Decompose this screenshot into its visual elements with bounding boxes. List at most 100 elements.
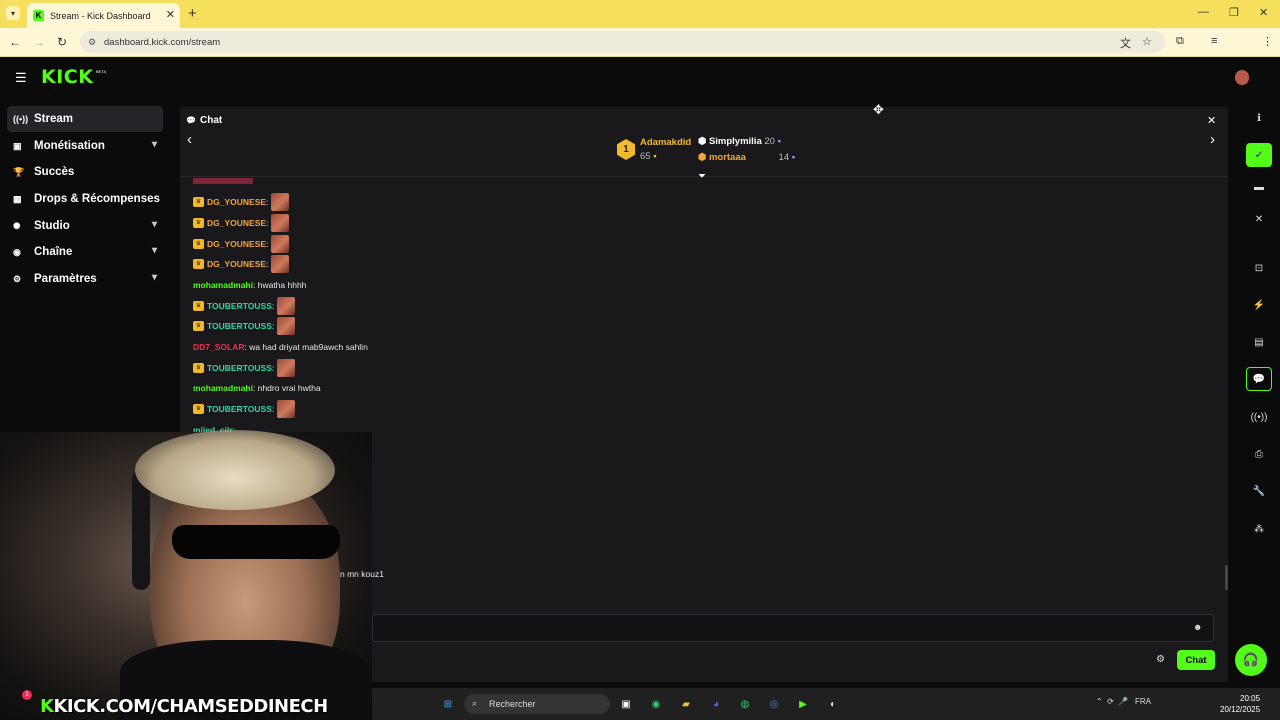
wrench-icon[interactable]: 🔧	[1246, 479, 1272, 503]
leader-first-count: 65 ▪	[640, 151, 657, 162]
emote-icon	[271, 235, 290, 253]
leader-second[interactable]: ⬢ Simplymilia 20 ▪	[698, 136, 781, 147]
emote-icon	[271, 193, 290, 211]
emote-icon	[277, 359, 296, 377]
chat-panel-icon[interactable]: 💬	[1246, 367, 1272, 391]
chat-settings-gear-icon[interactable]: ⚙	[1156, 654, 1165, 665]
extensions-icon[interactable]: ⧉	[1176, 35, 1184, 48]
chat-username[interactable]: DD7_SOLAR	[193, 342, 244, 352]
share-icon[interactable]: ⁂	[1246, 517, 1272, 541]
obs-icon[interactable]: ◐	[823, 694, 843, 714]
search-placeholder: Rechercher	[489, 699, 536, 709]
chat-username[interactable]: mohamadmahi	[193, 383, 253, 393]
task-view-icon[interactable]: ▣	[616, 694, 636, 714]
crown-badge-icon: ♛	[193, 301, 204, 311]
chat-message: ♛ DG_YOUNESE:	[193, 214, 290, 232]
sidebar-item-chaine[interactable]: ◉ Chaîne ▾	[7, 239, 163, 265]
partial-chat-text: n mn kouz1	[340, 569, 384, 579]
emote-icon	[277, 297, 296, 315]
chat-username[interactable]: DG_YOUNESE	[207, 259, 266, 269]
support-headset-icon[interactable]: 🎧	[1235, 644, 1267, 676]
chat-text: :	[266, 239, 269, 249]
sidebar-item-label: Stream	[34, 113, 73, 125]
file-explorer-icon[interactable]: ▰	[676, 694, 696, 714]
notes-icon[interactable]: ▤	[1246, 330, 1272, 354]
chat-username[interactable]: DG_YOUNESE	[207, 218, 266, 228]
back-icon[interactable]: ←	[9, 35, 21, 49]
system-tray[interactable]: ⌃ ⟳ 🎤 FRA	[1096, 697, 1151, 706]
url-field[interactable]: ⚙ dashboard.kick.com/stream	[80, 31, 1165, 53]
chevron-right-icon[interactable]: ›	[1210, 131, 1215, 148]
layout-icon[interactable]: ▬	[1246, 175, 1272, 199]
chevron-left-icon[interactable]: ‹	[187, 131, 192, 148]
sidebar-item-stream[interactable]: ((•)) Stream	[7, 106, 163, 132]
sidebar-item-monetisation[interactable]: ▣ Monétisation ▾	[7, 133, 163, 159]
close-icon[interactable]: ✕	[1207, 114, 1216, 127]
broadcast-status-icon[interactable]: ((•))	[1246, 405, 1272, 429]
emoji-icon[interactable]: ☻	[1193, 622, 1202, 632]
chat-message: ♛ DG_YOUNESE:	[193, 193, 290, 211]
windows-start-icon[interactable]: ⊞	[438, 694, 458, 714]
leader-third[interactable]: ⬢ mortaaa 14 ▪	[698, 152, 795, 163]
chat-message: ♛ DG_YOUNESE:	[193, 235, 290, 253]
emote-icon	[271, 214, 290, 232]
cut-message	[193, 178, 253, 184]
palette-icon: ✺	[13, 220, 21, 231]
sidebar-item-succes[interactable]: 🏆 Succès	[7, 159, 163, 185]
chat-scrollbar[interactable]	[1225, 565, 1228, 590]
taskbar-search[interactable]: ⌕ Rechercher	[464, 694, 610, 714]
taskbar-clock[interactable]: 20:05 20/12/2025	[1220, 693, 1260, 715]
crown-badge-icon: ♛	[193, 218, 204, 228]
chat-username[interactable]: TOUBERTOUSS	[207, 301, 272, 311]
sidebar-item-studio[interactable]: ✺ Studio ▾	[7, 213, 163, 239]
bookmark-star-icon[interactable]: ☆	[1142, 35, 1152, 48]
media-control-icon[interactable]: ≡	[1211, 35, 1217, 47]
whatsapp-icon[interactable]: ◉	[646, 694, 666, 714]
chevron-down-icon: ▾	[151, 272, 157, 283]
browser-menu-icon[interactable]: ⋮	[1262, 35, 1273, 48]
tab-search-icon[interactable]: ▾	[6, 6, 20, 20]
site-info-icon[interactable]: ⚙	[88, 37, 96, 48]
sidebar-item-parametres[interactable]: ⚙ Paramètres ▾	[7, 266, 163, 292]
chat-username[interactable]: mohamadmahi	[193, 280, 253, 290]
chat-username[interactable]: TOUBERTOUSS	[207, 363, 272, 373]
new-tab-icon[interactable]: +	[188, 5, 197, 22]
check-icon[interactable]: ✓	[1246, 143, 1272, 167]
screenshot-icon[interactable]: ⊡	[1246, 256, 1272, 280]
chat-username[interactable]: TOUBERTOUSS	[207, 321, 272, 331]
address-bar-row: ← → ↻ ⚙ dashboard.kick.com/stream 文 ☆ ⧉ …	[0, 28, 1280, 76]
close-tab-icon[interactable]: ✕	[166, 8, 175, 21]
user-avatar[interactable]	[1235, 70, 1249, 85]
forward-icon[interactable]: →	[33, 35, 45, 49]
lightning-icon[interactable]: ⚡	[1246, 293, 1272, 317]
close-panel-icon[interactable]: ✕	[1246, 207, 1272, 231]
minimize-icon[interactable]: —	[1198, 6, 1209, 18]
info-icon[interactable]: ℹ	[1246, 106, 1272, 130]
chat-text: : nhdro vrai hwtha	[253, 383, 321, 393]
discord-icon[interactable]: ◕	[706, 694, 726, 714]
reload-icon[interactable]: ↻	[57, 35, 67, 49]
pinned-filter-icon[interactable]: ⏷	[698, 171, 706, 182]
chrome-icon[interactable]: ◎	[764, 694, 784, 714]
chat-message: ♛ TOUBERTOUSS:	[193, 317, 296, 335]
browser-tab[interactable]: K Stream - Kick Dashboard ✕	[27, 3, 180, 28]
chat-input[interactable]	[372, 614, 1214, 642]
kick-app-icon[interactable]: ▶	[793, 694, 813, 714]
chat-username[interactable]: TOUBERTOUSS	[207, 404, 272, 414]
print-icon[interactable]: ⎙	[1246, 442, 1272, 466]
restore-icon[interactable]: ❐	[1229, 6, 1239, 19]
hamburger-menu-icon[interactable]: ☰	[15, 70, 27, 86]
translate-icon[interactable]: 文	[1120, 35, 1131, 51]
kick-logo[interactable]: KICK	[41, 66, 93, 88]
sidebar-item-drops[interactable]: ▦ Drops & Récompenses	[7, 186, 163, 212]
chat-username[interactable]: DG_YOUNESE	[207, 239, 266, 249]
send-chat-button[interactable]: Chat	[1177, 650, 1215, 670]
close-window-icon[interactable]: ✕	[1259, 6, 1268, 19]
sidebar-item-label: Monétisation	[34, 140, 105, 152]
crown-badge-icon: ♛	[193, 259, 204, 269]
spotify-icon[interactable]: ◍	[735, 694, 755, 714]
leader-first-name[interactable]: Adamakdid	[640, 137, 691, 148]
chat-username[interactable]: DG_YOUNESE	[207, 197, 266, 207]
chevron-down-icon: ▾	[151, 139, 157, 150]
dollar-icon: ▣	[13, 140, 22, 151]
